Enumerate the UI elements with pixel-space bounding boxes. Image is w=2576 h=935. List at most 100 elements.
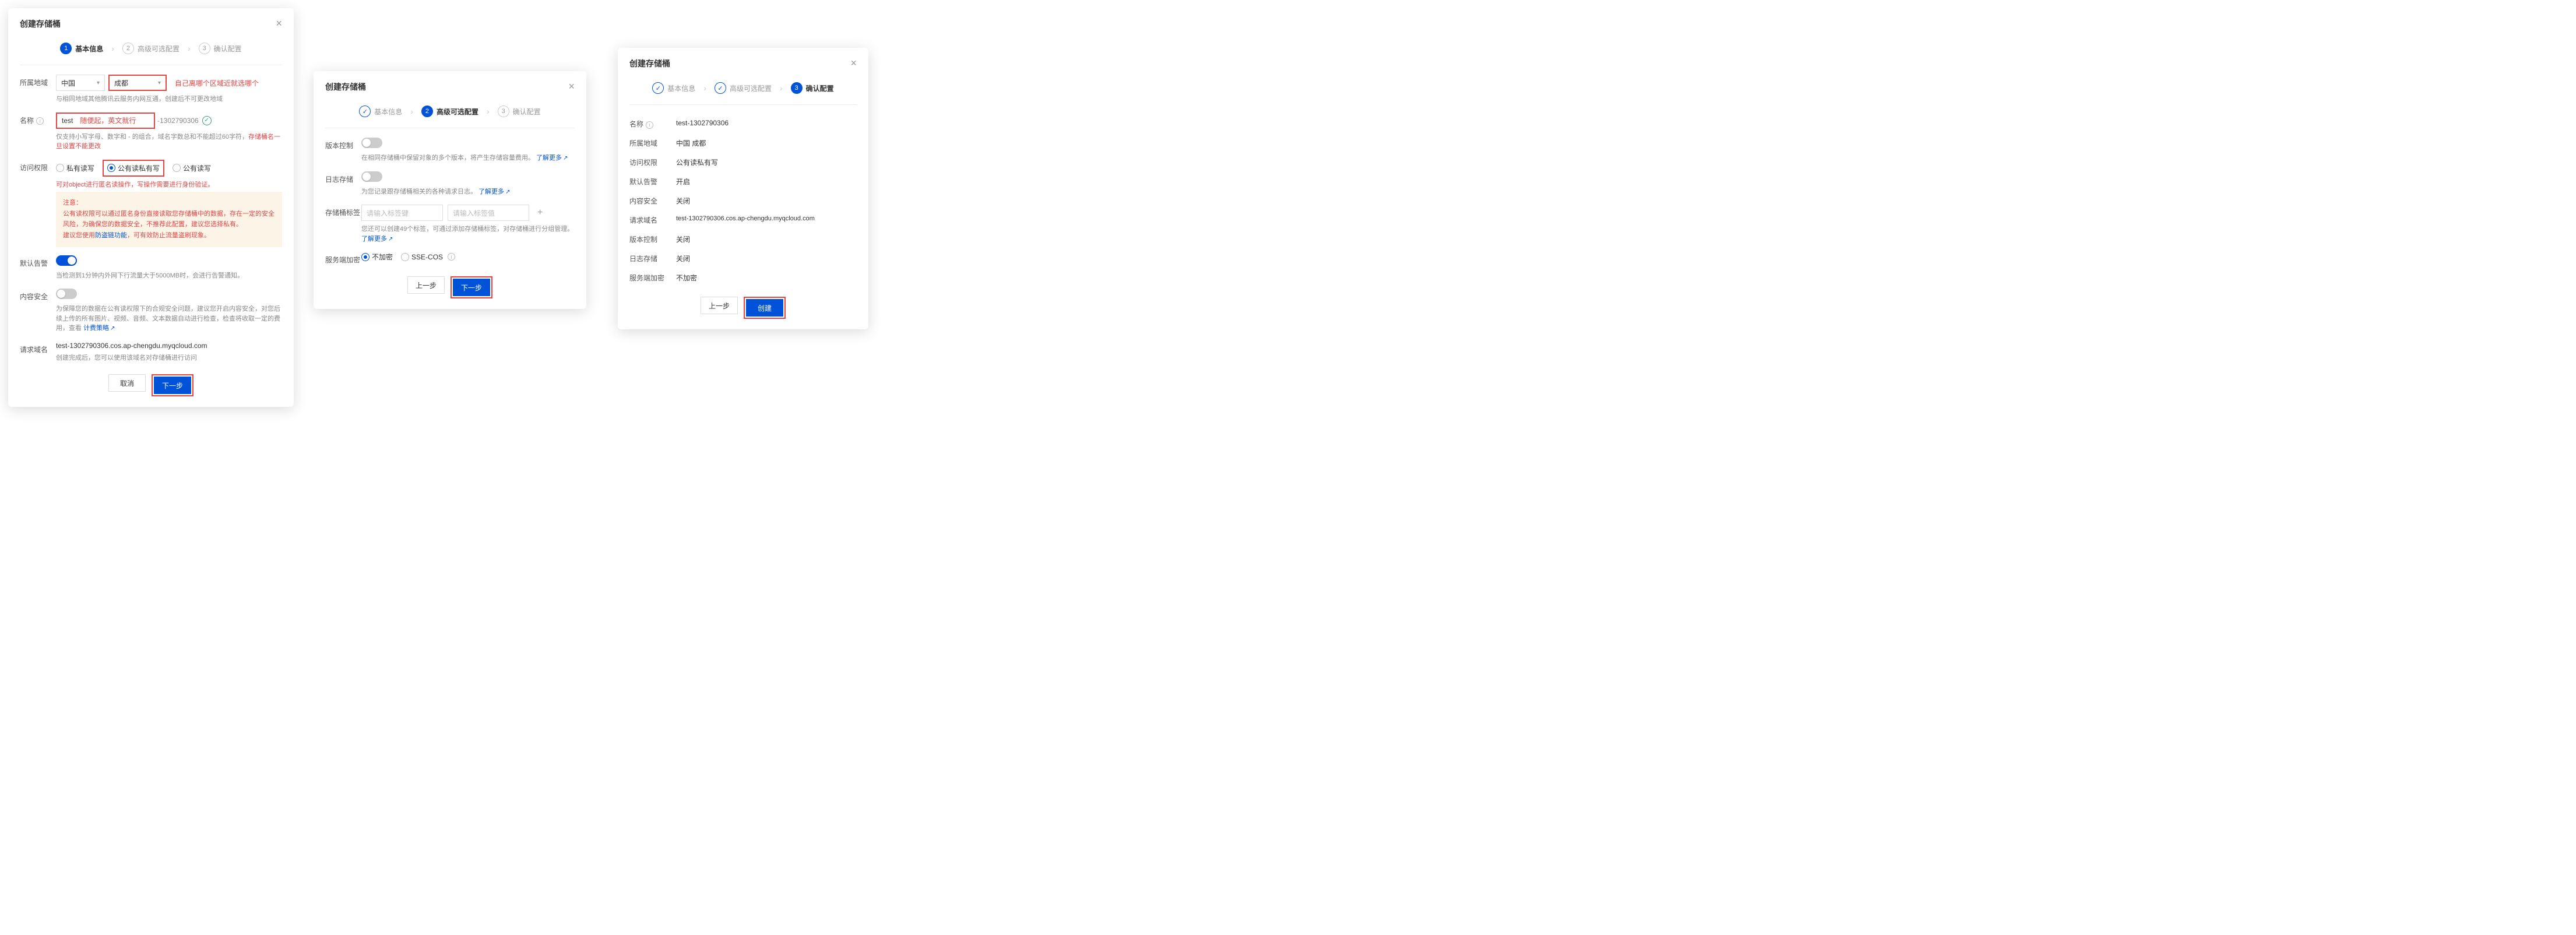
close-icon[interactable]: ×	[568, 80, 575, 93]
region-hint: 与相同地域其他腾讯云服务内网互通，创建后不可更改地域	[56, 94, 282, 104]
summary-region: 所属地域 中国 成都	[629, 133, 857, 153]
modal-header: 创建存储桶 ×	[314, 71, 586, 100]
check-icon: ✓	[652, 82, 664, 94]
step-number-icon: 1	[60, 43, 72, 54]
step-confirm: 3 确认配置	[791, 82, 834, 94]
close-icon[interactable]: ×	[850, 57, 857, 69]
step-basic-info: ✓ 基本信息	[652, 82, 695, 94]
radio-icon	[173, 164, 181, 172]
check-icon: ✓	[359, 106, 371, 117]
add-tag-button[interactable]: +	[534, 208, 546, 218]
step-label: 高级可选配置	[138, 44, 180, 54]
highlight-frame: 创建	[744, 297, 786, 319]
permission-row: 访问权限 私有读写 公有读私有写 公有读写 可对ob	[20, 160, 282, 247]
learn-more-link[interactable]: 了解更多↗	[536, 154, 568, 161]
region-row: 所属地域 中国 ▾ 成都 ▾ 自己离哪个区域近就选哪个 与相同地域其他腾讯云服务…	[20, 75, 282, 104]
stepper: ✓ 基本信息 › ✓ 高级可选配置 › 3 确认配置	[618, 76, 868, 104]
create-button[interactable]: 创建	[746, 299, 783, 317]
version-toggle[interactable]	[361, 138, 382, 148]
create-bucket-modal-step3: 创建存储桶 × ✓ 基本信息 › ✓ 高级可选配置 › 3 确认配置 名称i t…	[618, 48, 868, 329]
radio-private[interactable]: 私有读写	[56, 163, 94, 173]
modal-header: 创建存储桶 ×	[8, 8, 294, 37]
step-advanced: ✓ 高级可选配置	[715, 82, 772, 94]
radio-icon	[107, 164, 115, 172]
region-label: 所属地域	[20, 75, 56, 87]
step-advanced: 2 高级可选配置	[421, 106, 478, 117]
security-hint: 为保障您的数据在公有读权限下的合规安全问题，建议您开启内容安全，对您后续上传的所…	[56, 304, 282, 333]
next-button[interactable]: 下一步	[154, 377, 191, 394]
tag-value-input[interactable]: 请输入标签值	[448, 205, 529, 221]
create-bucket-modal-step1: 创建存储桶 × 1 基本信息 › 2 高级可选配置 › 3 确认配置 所属地域 …	[8, 8, 294, 407]
radio-icon	[56, 164, 64, 172]
name-hint: 仅支持小写字母、数字和 - 的组合，域名字数总和不能超过60字符，存储桶名一旦设…	[56, 132, 282, 152]
tags-label: 存储桶标签	[325, 205, 361, 217]
modal-footer: 上一步 创建	[629, 293, 857, 319]
step-number-icon: 3	[791, 82, 803, 94]
warning-title: 注意：	[63, 198, 275, 209]
radio-no-encryption[interactable]: 不加密	[361, 252, 393, 262]
cancel-button[interactable]: 取消	[108, 374, 146, 392]
domain-hint: 创建完成后，您可以使用该域名对存储桶进行访问	[56, 353, 282, 363]
summary-security: 内容安全 关闭	[629, 191, 857, 210]
step-confirm: 3 确认配置	[199, 43, 242, 54]
modal-header: 创建存储桶 ×	[618, 48, 868, 76]
caret-down-icon: ▾	[158, 80, 161, 86]
summary-permission: 访问权限 公有读私有写	[629, 153, 857, 172]
log-label: 日志存储	[325, 171, 361, 184]
info-icon[interactable]: i	[646, 121, 653, 129]
prev-button[interactable]: 上一步	[701, 297, 738, 314]
domain-row: 请求域名 test-1302790306.cos.ap-chengdu.myqc…	[20, 342, 282, 363]
summary-encryption: 服务端加密 不加密	[629, 268, 857, 287]
log-storage-row: 日志存储 为您记录跟存储桶相关的各种请求日志。 了解更多↗	[325, 171, 575, 197]
step-label: 确认配置	[513, 107, 541, 117]
learn-more-link[interactable]: 了解更多↗	[361, 235, 393, 242]
external-link-icon: ↗	[563, 155, 568, 161]
country-select[interactable]: 中国 ▾	[56, 75, 105, 91]
step-number-icon: 2	[122, 43, 134, 54]
modal-footer: 上一步 下一步	[325, 273, 575, 298]
step-number-icon: 3	[199, 43, 210, 54]
step-confirm: 3 确认配置	[498, 106, 541, 117]
bucket-name-input[interactable]: test 随便起，英文就行	[56, 113, 155, 129]
city-select[interactable]: 成都 ▾	[108, 75, 167, 91]
modal-title: 创建存储桶	[20, 18, 61, 30]
summary-alert: 默认告警 开启	[629, 172, 857, 191]
step-label: 基本信息	[667, 83, 695, 93]
pricing-link[interactable]: 计费策略↗	[83, 325, 115, 332]
select-value: 成都	[114, 78, 128, 88]
chevron-right-icon: ›	[776, 83, 786, 93]
info-icon[interactable]: i	[36, 117, 44, 125]
chevron-right-icon: ›	[108, 44, 118, 53]
prev-button[interactable]: 上一步	[407, 276, 445, 294]
step-label: 高级可选配置	[730, 83, 772, 93]
step-label: 确认配置	[214, 44, 242, 54]
permission-hint: 可对object进行匿名读操作，写操作需要进行身份验证。	[56, 180, 282, 190]
tag-key-input[interactable]: 请输入标签键	[361, 205, 443, 221]
info-icon[interactable]: i	[448, 253, 455, 261]
next-button[interactable]: 下一步	[453, 279, 490, 296]
radio-public-read-write[interactable]: 公有读写	[173, 163, 211, 173]
caret-down-icon: ▾	[97, 80, 100, 86]
summary-version: 版本控制 关闭	[629, 230, 857, 249]
hotlink-protection-link[interactable]: 防盗链功能	[95, 232, 127, 239]
chevron-right-icon: ›	[407, 107, 417, 116]
radio-sse-cos[interactable]: SSE-COS i	[401, 253, 455, 261]
warning-line: 公有读权限可以通过匿名身份直接读取您存储桶中的数据，存在一定的安全风险，为确保您…	[63, 209, 275, 230]
close-icon[interactable]: ×	[276, 17, 282, 30]
log-hint: 为您记录跟存储桶相关的各种请求日志。 了解更多↗	[361, 187, 575, 197]
encryption-label: 服务端加密	[325, 252, 361, 265]
region-annotation: 自己离哪个区域近就选哪个	[175, 78, 259, 88]
learn-more-link[interactable]: 了解更多↗	[478, 188, 510, 195]
step-label: 基本信息	[75, 44, 103, 54]
encryption-row: 服务端加密 不加密 SSE-COS i	[325, 252, 575, 265]
summary-domain: 请求域名 test-1302790306.cos.ap-chengdu.myqc…	[629, 210, 857, 230]
radio-icon	[401, 253, 409, 261]
log-toggle[interactable]	[361, 171, 382, 182]
security-toggle[interactable]	[56, 289, 77, 299]
external-link-icon: ↗	[505, 189, 510, 195]
version-hint: 在相同存储桶中保留对象的多个版本，将产生存储容量费用。 了解更多↗	[361, 153, 575, 163]
step-label: 确认配置	[806, 83, 834, 93]
summary-name: 名称i test-1302790306	[629, 114, 857, 133]
alert-toggle[interactable]	[56, 255, 77, 266]
radio-public-read-private-write[interactable]: 公有读私有写	[103, 160, 164, 177]
